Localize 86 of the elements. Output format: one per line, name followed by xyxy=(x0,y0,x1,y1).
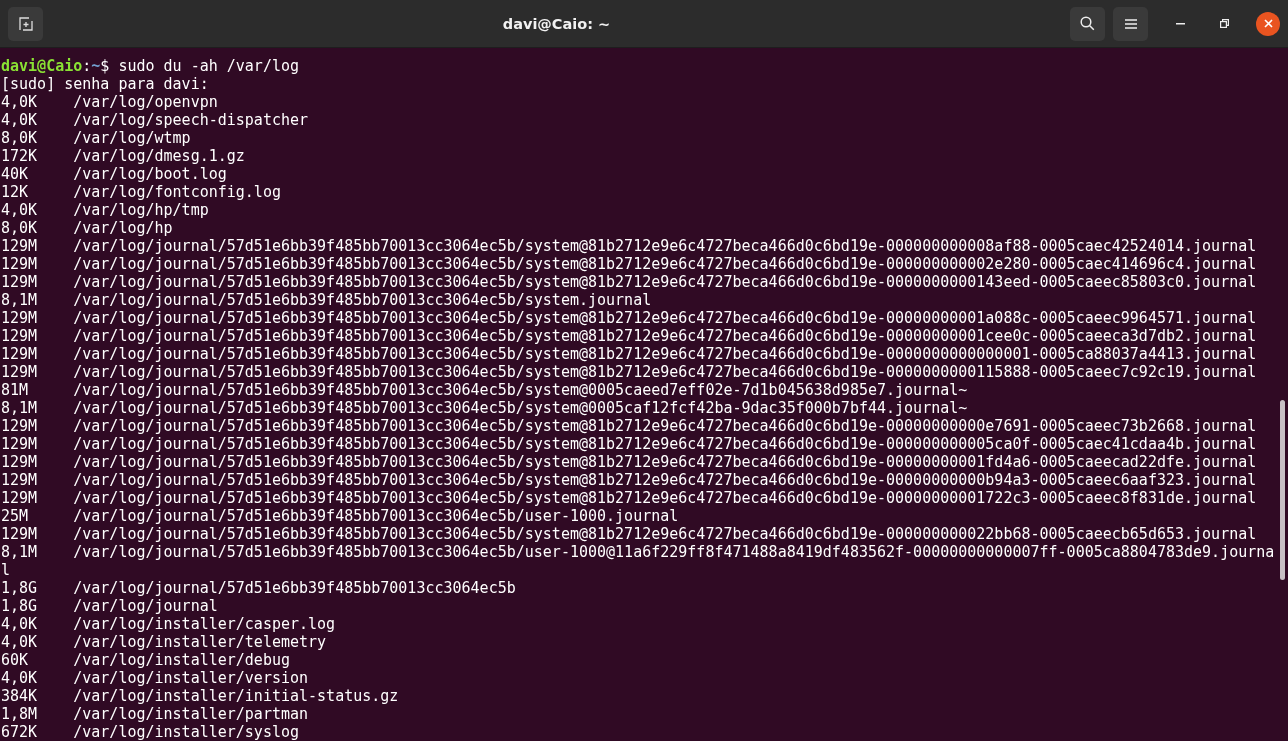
size-text: 129M xyxy=(1,345,39,363)
new-tab-icon xyxy=(18,16,33,31)
path-text: /var/log/journal/57d51e6bb39f485bb70013cc3064ec5b/system@81b2712e9e6c4727beca466d0c6bd19e-00000000000b94a3-0005caeec6aaf323.journal xyxy=(73,471,1257,489)
command-text: sudo du -ah /var/log xyxy=(117,57,300,75)
path-text: /var/log/journal/57d51e6bb39f485bb70013cc3064ec5b/system.journal xyxy=(73,291,652,309)
size-text: 25M xyxy=(1,507,30,525)
path-text: /var/log/journal/57d51e6bb39f485bb70013cc3064ec5b/system@81b2712e9e6c4727beca466d0c6bd19e-0000000000143eed-0005caeec85803c0.journal xyxy=(73,273,1257,291)
scrollbar-thumb[interactable] xyxy=(1280,400,1285,580)
path-text: /var/log/installer/syslog xyxy=(73,723,299,741)
size-text: 8,1M xyxy=(1,291,39,309)
size-text: 129M xyxy=(1,525,39,543)
size-text: 4,0K xyxy=(1,201,39,219)
output-text: [sudo] senha para davi: xyxy=(1,75,209,93)
size-text: 12K xyxy=(1,183,30,201)
path-text: /var/log/fontconfig.log xyxy=(73,183,281,201)
minimize-icon xyxy=(1175,22,1185,25)
path-text: /var/log/journal/57d51e6bb39f485bb70013cc3064ec5b/user-1000.journal xyxy=(73,507,679,525)
path-text: /var/log/openvpn xyxy=(73,93,218,111)
size-text: 8,1M xyxy=(1,543,39,561)
path-text: /var/log/installer/telemetry xyxy=(73,633,327,651)
path-text: /var/log/journal/57d51e6bb39f485bb70013cc3064ec5b/system@81b2712e9e6c4727beca466d0c6bd19e-0000000000000001-0005ca88037a4413.journal xyxy=(73,345,1257,363)
size-text: 81M xyxy=(1,381,30,399)
close-button[interactable] xyxy=(1256,11,1280,36)
path-text: /var/log/journal/57d51e6bb39f485bb70013cc3064ec5b/system@81b2712e9e6c4727beca466d0c6bd19e-000000000022bb68-0005caeecb65d653.journal xyxy=(73,525,1257,543)
window-title: davi@Caio: ~ xyxy=(501,15,612,32)
size-text: 8,0K xyxy=(1,129,39,147)
size-text: 1,8G xyxy=(1,579,39,597)
size-text: 129M xyxy=(1,237,39,255)
restore-icon xyxy=(1219,19,1229,28)
path-text: /var/log/hp xyxy=(73,219,173,237)
size-text: 129M xyxy=(1,435,39,453)
path-text: /var/log/journal/57d51e6bb39f485bb70013cc3064ec5b xyxy=(73,579,516,597)
size-text: 1,8M xyxy=(1,705,39,723)
output-text: l xyxy=(1,561,11,579)
path-text: /var/log/journal/57d51e6bb39f485bb70013cc3064ec5b/system@81b2712e9e6c4727beca466d0c6bd19e-000000000005ca0f-0005caec41cdaa4b.journal xyxy=(73,435,1257,453)
size-text: 60K xyxy=(1,651,30,669)
path-text: /var/log/journal/57d51e6bb39f485bb70013cc3064ec5b/system@81b2712e9e6c4727beca466d0c6bd19e-00000000001a088c-0005caeec9964571.journal xyxy=(73,309,1257,327)
menu-icon xyxy=(1124,18,1137,29)
size-text: 8,1M xyxy=(1,399,39,417)
path-text: /var/log/installer/debug xyxy=(73,651,290,669)
path-text: /var/log/journal/57d51e6bb39f485bb70013cc3064ec5b/system@0005caeed7eff02e-7d1b045638d985e7.journal~ xyxy=(73,381,968,399)
size-text: 129M xyxy=(1,327,39,345)
path-text: /var/log/installer/version xyxy=(73,669,309,687)
path-text: /var/log/journal/57d51e6bb39f485bb70013cc3064ec5b/system@81b2712e9e6c4727beca466d0c6bd19e-00000000001cee0c-0005caeeca3d7db2.journal xyxy=(73,327,1257,345)
path-text: /var/log/wtmp xyxy=(73,129,191,147)
size-text: 8,0K xyxy=(1,219,39,237)
path-text: /var/log/journal/57d51e6bb39f485bb70013cc3064ec5b/system@81b2712e9e6c4727beca466d0c6bd19e-00000000001fd4a6-0005caeecad22dfe.journal xyxy=(73,453,1257,471)
search-icon xyxy=(1080,16,1095,31)
prompt-text: davi@Caio:~$ xyxy=(1,57,110,75)
size-text: 4,0K xyxy=(1,111,39,129)
path-text: /var/log/journal/57d51e6bb39f485bb70013cc3064ec5b/user-1000@11a6f229ff8f471488a8419df483562f-00000000000007ff-0005ca8804783de9.journa xyxy=(73,543,1275,561)
path-text: /var/log/journal/57d51e6bb39f485bb70013cc3064ec5b/system@81b2712e9e6c4727beca466d0c6bd19e-00000000001722c3-0005caeec8f831de.journal xyxy=(73,489,1257,507)
size-text: 172K xyxy=(1,147,39,165)
size-text: 4,0K xyxy=(1,669,39,687)
size-text: 129M xyxy=(1,453,39,471)
size-text: 129M xyxy=(1,471,39,489)
size-text: 1,8G xyxy=(1,597,39,615)
path-text: /var/log/boot.log xyxy=(73,165,227,183)
path-text: /var/log/installer/partman xyxy=(73,705,309,723)
path-text: /var/log/journal/57d51e6bb39f485bb70013cc3064ec5b/system@0005caf12fcf42ba-9dac35f000b7bf44.journal~ xyxy=(73,399,968,417)
size-text: 4,0K xyxy=(1,615,39,633)
path-text: /var/log/installer/initial-status.gz xyxy=(73,687,399,705)
path-text: /var/log/journal/57d51e6bb39f485bb70013cc3064ec5b/system@81b2712e9e6c4727beca466d0c6bd19e-000000000002e280-0005caec414696c4.journal xyxy=(73,255,1257,273)
size-text: 40K xyxy=(1,165,30,183)
path-text: /var/log/journal/57d51e6bb39f485bb70013cc3064ec5b/system@81b2712e9e6c4727beca466d0c6bd19e-0000000000115888-0005caeec7c92c19.journal xyxy=(73,363,1257,381)
size-text: 672K xyxy=(1,723,39,741)
path-text: /var/log/journal/57d51e6bb39f485bb70013cc3064ec5b/system@81b2712e9e6c4727beca466d0c6bd19e-00000000000e7691-0005caeec73b2668.journal xyxy=(73,417,1257,435)
size-text: 4,0K xyxy=(1,633,39,651)
size-text: 129M xyxy=(1,309,39,327)
path-text: /var/log/hp/tmp xyxy=(73,201,209,219)
size-text: 129M xyxy=(1,363,39,381)
size-text: 129M xyxy=(1,489,39,507)
size-text: 129M xyxy=(1,417,39,435)
path-text: /var/log/installer/casper.log xyxy=(73,615,336,633)
size-text: 4,0K xyxy=(1,93,39,111)
path-text: /var/log/speech-dispatcher xyxy=(73,111,309,129)
path-text: /var/log/journal xyxy=(73,597,218,615)
path-text: /var/log/dmesg.1.gz xyxy=(73,147,245,165)
new-tab-button[interactable] xyxy=(8,6,43,41)
size-text: 384K xyxy=(1,687,39,705)
close-icon xyxy=(1263,19,1273,28)
search-button[interactable] xyxy=(1070,6,1105,41)
path-text: /var/log/journal/57d51e6bb39f485bb70013cc3064ec5b/system@81b2712e9e6c4727beca466d0c6bd19e-000000000008af88-0005caec42524014.journal xyxy=(73,237,1257,255)
size-text: 129M xyxy=(1,255,39,273)
menu-button[interactable] xyxy=(1113,6,1148,41)
size-text: 129M xyxy=(1,273,39,291)
